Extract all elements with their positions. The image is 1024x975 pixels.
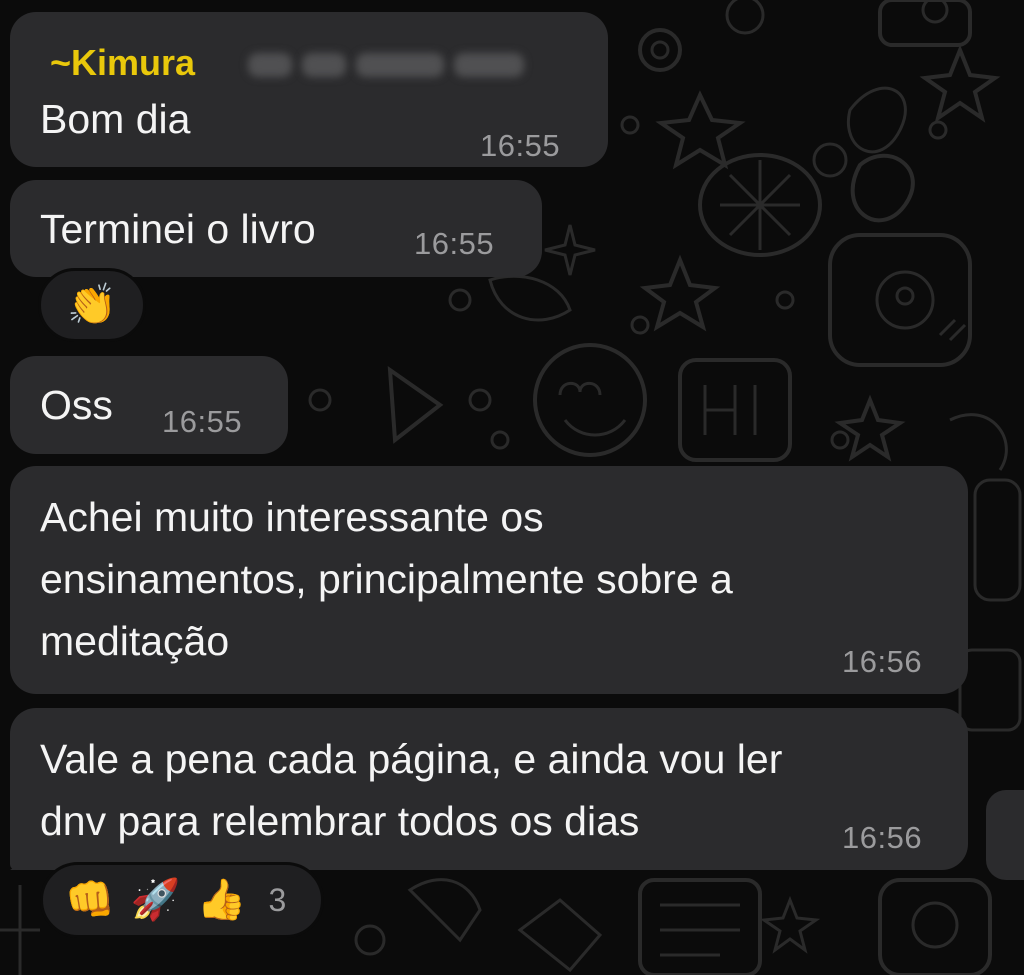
message-bubble-3[interactable]: Oss 16:55 [10,356,288,454]
thumbs-up-emoji-icon: 👍 [196,877,247,923]
message-time: 16:55 [162,404,243,439]
reaction-count: 3 [268,881,287,918]
reaction-pill-msg5[interactable]: 👊 🚀 👍 3 [40,862,324,938]
rocket-emoji-icon: 🚀 [130,877,181,923]
wallpaper-gear-icon [638,28,682,72]
sender-name[interactable]: ~Kimura [50,42,195,84]
wallpaper-play-icon [387,365,444,444]
message-time: 16:55 [480,128,561,163]
message-text: Terminei o livro [40,206,316,252]
fist-emoji-icon: 👊 [65,877,115,923]
message-bubble-1[interactable]: ~Kimura Bom dia 16:55 [10,12,608,167]
message-bubble-4[interactable]: Achei muito interessante os ensinamentos… [10,466,968,694]
wallpaper-leaf-icon [850,153,915,223]
clap-emoji-icon: 👏 [67,282,117,328]
wallpaper-sticker-icon [828,233,972,367]
message-text: Achei muito interessante os ensinamentos… [40,494,733,664]
message-bubble-2[interactable]: Terminei o livro 16:55 [10,180,542,277]
message-text: Oss [40,382,113,428]
sender-phone-redacted [248,48,590,82]
message-text: Bom dia [40,96,191,142]
partial-bubble-edge [986,790,1024,880]
message-time: 16:56 [842,820,923,855]
wallpaper-camera-icon [878,878,992,975]
message-time: 16:56 [842,644,923,679]
message-time: 16:55 [414,226,495,261]
message-bubble-5[interactable]: Vale a pena cada página, e ainda vou ler… [10,708,968,870]
wallpaper-doc-icon [638,878,762,975]
reaction-pill-msg2[interactable]: 👏 [38,268,146,342]
wallpaper-star-icon [919,44,1001,123]
wallpaper-star-icon [655,90,746,170]
message-text: Vale a pena cada página, e ainda vou ler… [40,736,783,844]
wallpaper-emoji-icon [533,343,647,457]
